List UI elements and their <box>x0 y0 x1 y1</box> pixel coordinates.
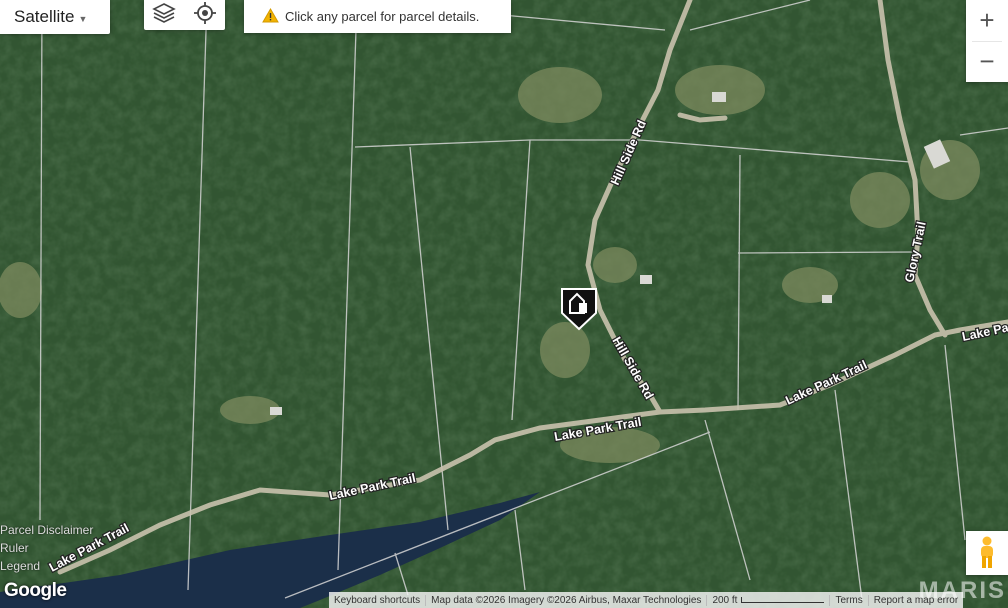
zoom-in-button[interactable]: + <box>966 0 1008 41</box>
locate-icon[interactable] <box>193 1 217 30</box>
terms-link[interactable]: Terms <box>830 594 869 606</box>
map-data-credit: Map data ©2026 Imagery ©2026 Airbus, Max… <box>426 594 708 606</box>
satellite-map[interactable]: Hill Side Rd Hill Side Rd Glory Trail La… <box>0 0 1008 608</box>
legend-link[interactable]: Legend <box>0 559 40 573</box>
scale-indicator[interactable]: 200 ft <box>707 594 831 606</box>
layers-icon[interactable] <box>152 2 177 29</box>
ruler-link[interactable]: Ruler <box>0 541 29 555</box>
map-type-dropdown[interactable]: Satellite ▼ <box>0 0 110 34</box>
maris-watermark: MARIS <box>918 577 1006 604</box>
pegman-icon <box>981 536 993 568</box>
parcel-disclaimer-link[interactable]: Parcel Disclaimer <box>0 523 93 537</box>
street-view-pegman[interactable] <box>966 531 1008 575</box>
google-logo: Google <box>4 580 67 601</box>
keyboard-shortcuts-link[interactable]: Keyboard shortcuts <box>329 594 427 606</box>
zoom-control: + − <box>966 0 1008 82</box>
scale-label: 200 ft <box>712 594 738 606</box>
parcel-notice: Click any parcel for parcel details. <box>244 0 511 33</box>
chevron-down-icon: ▼ <box>78 13 88 24</box>
attribution-bar: Keyboard shortcuts Map data ©2026 Imager… <box>329 592 964 608</box>
scale-bar <box>741 596 825 603</box>
zoom-out-button[interactable]: − <box>966 42 1008 83</box>
map-tools <box>144 0 225 30</box>
map-type-label: Satellite <box>14 7 75 26</box>
warning-icon <box>262 7 279 26</box>
notice-text: Click any parcel for parcel details. <box>285 9 480 24</box>
